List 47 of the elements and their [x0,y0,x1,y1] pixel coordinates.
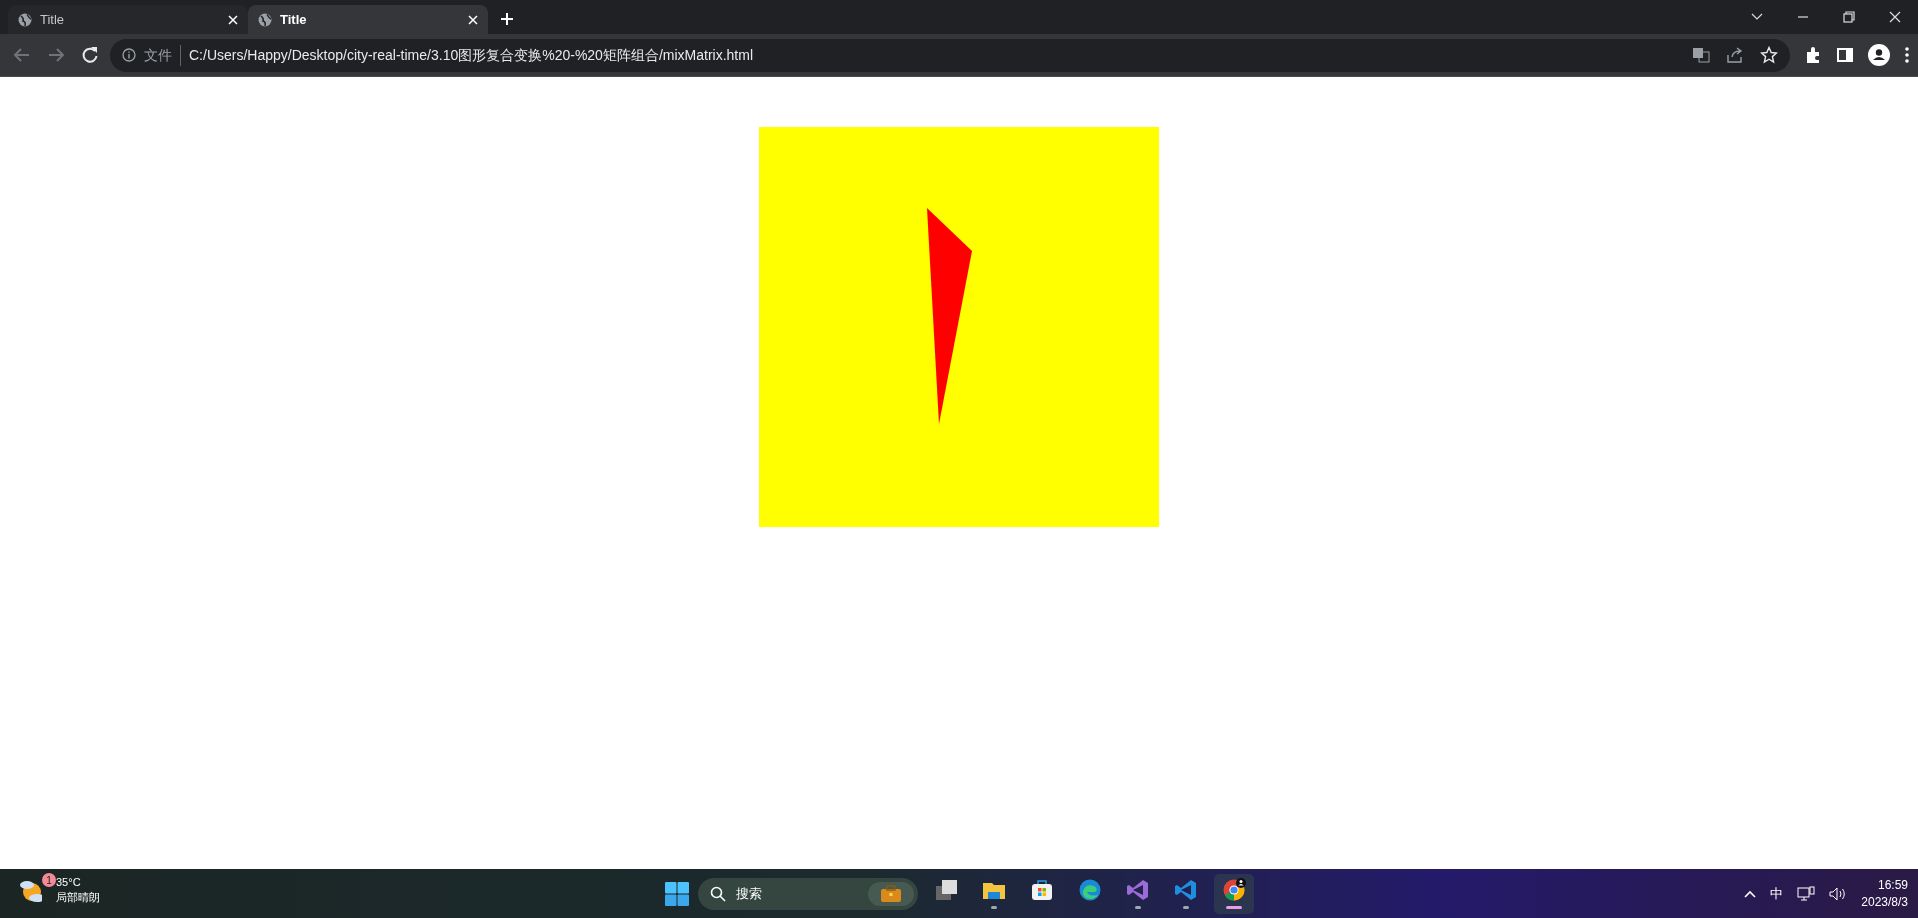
clock-date: 2023/8/3 [1861,893,1908,911]
puzzle-icon[interactable] [1804,46,1822,64]
running-indicator [1226,906,1242,909]
globe-icon [18,12,32,27]
edge-icon [1078,878,1102,902]
more-menu-icon[interactable] [1904,46,1910,64]
network-icon[interactable] [1797,885,1816,902]
scheme-label: 文件 [144,44,181,66]
running-indicator [1183,906,1189,909]
info-icon [122,48,136,62]
weather-condition: 局部晴朗 [56,890,100,905]
tab-title: Title [40,10,65,29]
restore-icon[interactable] [1841,9,1857,25]
taskbar-app-button[interactable] [1214,873,1254,914]
visual-studio-icon [1126,878,1150,902]
browser-tab[interactable]: Title [248,5,488,34]
new-tab-icon[interactable] [500,12,514,26]
running-indicator [991,906,997,909]
notification-badge: 1 [42,873,56,887]
share-icon[interactable] [1726,46,1744,64]
close-icon[interactable] [228,14,238,25]
globe-icon [258,12,272,27]
clock-time: 16:59 [1876,876,1908,894]
store-icon [1030,878,1054,902]
start-windows-icon[interactable] [664,880,690,907]
chrome-icon [1222,878,1246,902]
temperature-text: 35°C [56,875,82,890]
translate-icon[interactable] [1692,46,1710,64]
tab-title: Title [280,10,307,29]
star-icon[interactable] [1760,46,1778,64]
address-bar[interactable]: 文件 C:/Users/Happy/Desktop/city-real-time/3.10图形复合变换%20-%20矩阵组合/mixMatrix.html [110,38,1790,72]
profile-icon[interactable] [1868,44,1890,66]
search-field[interactable]: 搜索 [698,877,918,910]
search-icon [710,885,726,902]
briefcase-icon [880,884,902,903]
task-view-icon [934,878,958,902]
browser-tab[interactable]: Title [8,5,248,34]
vscode-icon [1174,878,1198,902]
chevron-up-icon[interactable] [1744,889,1757,898]
close-icon[interactable] [468,14,478,25]
close-icon[interactable] [1887,9,1903,25]
ime-indicator[interactable]: 中 [1770,883,1784,904]
side-panel-icon[interactable] [1836,46,1854,64]
url-text: C:/Users/Happy/Desktop/city-real-time/3.10图形复合变换%20-%20矩阵组合/mixMatrix.html [189,45,753,65]
search-placeholder: 搜索 [736,884,762,903]
running-indicator [1135,906,1141,909]
speaker-icon[interactable] [1829,885,1848,902]
